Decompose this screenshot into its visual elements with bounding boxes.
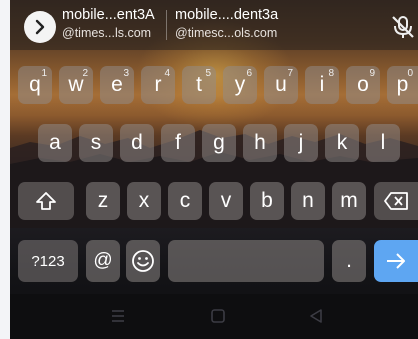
chevron-right-icon (35, 19, 45, 35)
key-at[interactable]: @ (86, 240, 120, 282)
menu-lines-icon[interactable] (110, 308, 126, 324)
symbols-key[interactable]: ?123 (18, 240, 78, 282)
suggestion-1-title: mobile...ent3A (62, 7, 155, 23)
suggestion-1[interactable]: mobile...ent3A @times...ls.com (62, 6, 155, 42)
emoji-key[interactable] (126, 240, 160, 282)
square-icon[interactable] (210, 308, 226, 324)
suggestion-divider (166, 10, 167, 40)
key-label: e (111, 73, 123, 96)
key-hint: 3 (123, 68, 129, 79)
key-label: ?123 (31, 252, 65, 270)
key-p[interactable]: p 0 (387, 66, 418, 104)
suggestion-strip: mobile...ent3A @times...ls.com mobile...… (10, 0, 418, 50)
key-hint: 1 (41, 68, 47, 79)
key-label: r (154, 73, 162, 96)
key-y[interactable]: y 6 (223, 66, 257, 104)
key-h[interactable]: h (243, 124, 277, 162)
key-label: o (357, 73, 369, 96)
key-hint: 9 (369, 68, 375, 79)
key-label: m (340, 189, 358, 212)
key-j[interactable]: j (284, 124, 318, 162)
triangle-back-icon[interactable] (308, 308, 324, 324)
key-label: j (298, 131, 304, 154)
key-l[interactable]: l (366, 124, 400, 162)
key-hint: 4 (164, 68, 170, 79)
suggestion-2-title: mobile....dent3a (175, 7, 279, 23)
key-label: n (302, 189, 314, 212)
key-label: k (336, 131, 348, 154)
key-hint: 8 (328, 68, 334, 79)
key-hint: 5 (205, 68, 211, 79)
key-r[interactable]: r 4 (141, 66, 175, 104)
key-d[interactable]: d (120, 124, 154, 162)
key-label: f (175, 131, 181, 154)
key-label: b (261, 189, 273, 212)
key-b[interactable]: b (250, 182, 284, 220)
key-g[interactable]: g (202, 124, 236, 162)
navigation-bar (10, 294, 418, 339)
key-f[interactable]: f (161, 124, 195, 162)
expand-button[interactable] (24, 11, 56, 43)
key-label: d (131, 131, 143, 154)
key-label: w (68, 73, 84, 96)
key-hint: 2 (82, 68, 88, 79)
key-s[interactable]: s (79, 124, 113, 162)
shift-key[interactable] (18, 182, 74, 220)
enter-key[interactable] (374, 240, 418, 282)
key-q[interactable]: q 1 (18, 66, 52, 104)
key-label: h (254, 131, 266, 154)
key-hint: 6 (246, 68, 252, 79)
key-label: s (90, 131, 102, 154)
smiley-icon (132, 250, 154, 272)
key-n[interactable]: n (291, 182, 325, 220)
key-w[interactable]: w 2 (59, 66, 93, 104)
key-label: c (179, 189, 191, 212)
keyboard: mobile...ent3A @times...ls.com mobile...… (10, 0, 418, 339)
key-o[interactable]: o 9 (346, 66, 380, 104)
key-label: i (319, 73, 325, 96)
shift-arrow-icon (36, 192, 56, 210)
key-v[interactable]: v (209, 182, 243, 220)
key-k[interactable]: k (325, 124, 359, 162)
key-u[interactable]: u 7 (264, 66, 298, 104)
key-label: u (275, 73, 287, 96)
key-z[interactable]: z (86, 182, 120, 220)
key-label: x (138, 189, 150, 212)
key-period[interactable]: . (332, 240, 366, 282)
key-label: q (29, 73, 41, 96)
key-label: t (196, 73, 202, 96)
backspace-icon (384, 192, 408, 210)
key-label: g (213, 131, 225, 154)
key-x[interactable]: x (127, 182, 161, 220)
key-i[interactable]: i 8 (305, 66, 339, 104)
key-label: y (234, 73, 246, 96)
key-label: l (380, 131, 386, 154)
key-hint: 7 (287, 68, 293, 79)
key-label: z (97, 189, 109, 212)
key-label: a (49, 131, 61, 154)
key-m[interactable]: m (332, 182, 366, 220)
mic-off-icon[interactable] (390, 14, 416, 40)
key-e[interactable]: e 3 (100, 66, 134, 104)
arrow-right-icon (387, 253, 405, 269)
suggestion-2-subtitle: @timesc...ols.com (175, 26, 278, 40)
key-c[interactable]: c (168, 182, 202, 220)
space-key[interactable] (168, 240, 324, 282)
key-a[interactable]: a (38, 124, 72, 162)
key-label: . (346, 249, 352, 272)
suggestion-1-subtitle: @times...ls.com (62, 26, 152, 40)
key-t[interactable]: t 5 (182, 66, 216, 104)
backspace-key[interactable] (374, 182, 418, 220)
key-hint: 0 (407, 68, 413, 79)
key-label: @ (93, 250, 113, 271)
key-label: v (220, 189, 232, 212)
suggestion-2[interactable]: mobile....dent3a @timesc...ols.com (175, 6, 278, 42)
